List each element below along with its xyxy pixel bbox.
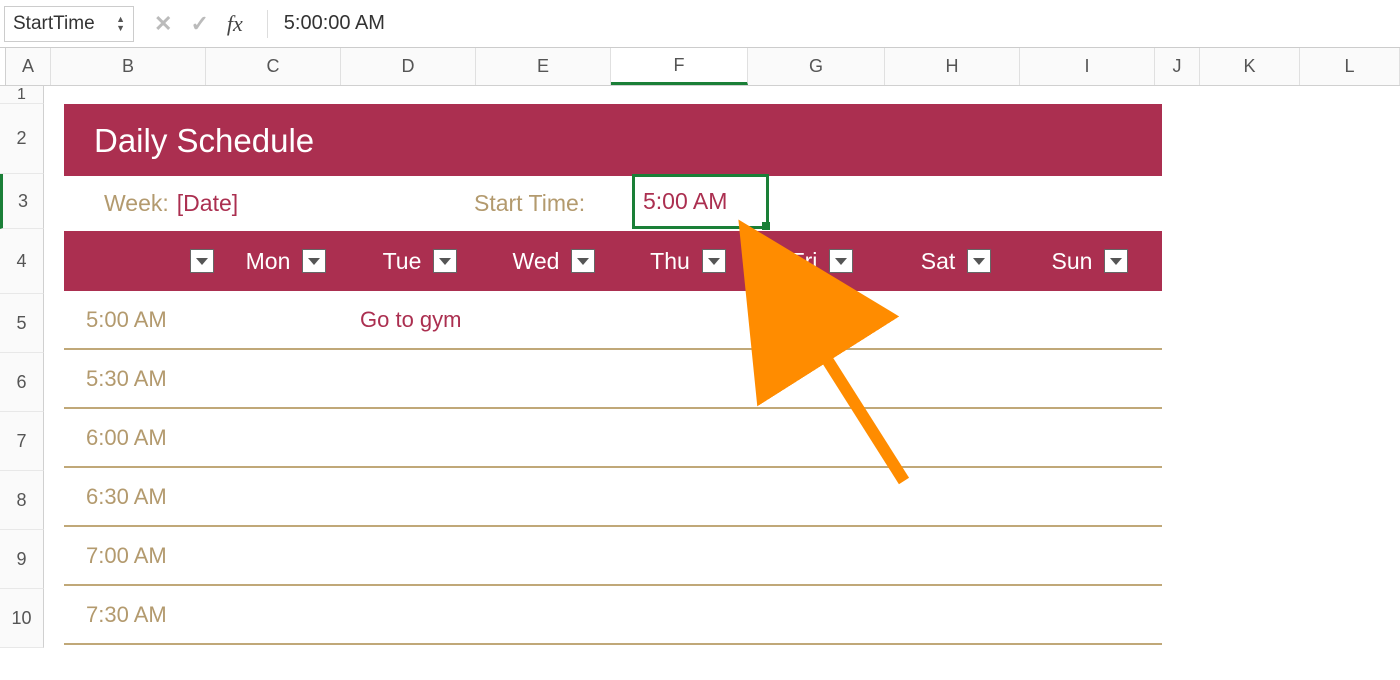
column-header-G[interactable]: G (748, 48, 885, 85)
divider (267, 10, 268, 38)
start-time-label: Start Time: (474, 190, 585, 217)
filter-button[interactable] (190, 249, 214, 273)
column-header-A[interactable]: A (6, 48, 51, 85)
week-value[interactable]: [Date] (177, 190, 238, 217)
schedule-title: Daily Schedule (64, 104, 1162, 176)
filter-button[interactable] (967, 249, 991, 273)
daily-schedule-template: Daily Schedule Week: [Date] Start Time: … (64, 104, 1162, 645)
filter-button[interactable] (571, 249, 595, 273)
row-header-3[interactable]: 3 (0, 174, 44, 229)
time-cell: 5:00 AM (64, 307, 224, 333)
time-column-header (64, 249, 224, 273)
day-header-sun: Sun (1028, 248, 1162, 275)
day-header-tue: Tue (358, 248, 492, 275)
name-box[interactable]: StartTime ▲▼ (4, 6, 134, 42)
time-cell: 6:00 AM (64, 425, 224, 451)
filter-button[interactable] (1104, 249, 1128, 273)
day-label: Fri (791, 248, 818, 275)
day-label: Wed (513, 248, 560, 275)
filter-button[interactable] (829, 249, 853, 273)
fx-icon[interactable]: fx (227, 11, 243, 37)
filter-button[interactable] (302, 249, 326, 273)
cancel-icon[interactable]: ✕ (154, 11, 172, 37)
day-header-row: Mon Tue Wed Thu Fri Sat Sun (64, 231, 1162, 291)
start-time-value: 5:00 AM (643, 188, 727, 215)
column-header-F[interactable]: F (611, 48, 748, 85)
column-header-K[interactable]: K (1200, 48, 1300, 85)
stepper-icon[interactable]: ▲▼ (116, 15, 125, 33)
day-label: Tue (383, 248, 422, 275)
filter-button[interactable] (702, 249, 726, 273)
day-header-thu: Thu (626, 248, 760, 275)
column-header-J[interactable]: J (1155, 48, 1200, 85)
schedule-row: 7:00 AM (64, 527, 1162, 586)
formula-input[interactable]: 5:00:00 AM (272, 12, 1396, 35)
start-time-cell[interactable]: 5:00 AM (632, 174, 769, 229)
column-header-H[interactable]: H (885, 48, 1020, 85)
sheet-content[interactable]: Daily Schedule Week: [Date] Start Time: … (44, 86, 1400, 680)
column-header-B[interactable]: B (51, 48, 206, 85)
formula-bar-actions: ✕ ✓ fx (134, 11, 263, 37)
column-header-C[interactable]: C (206, 48, 341, 85)
column-header-D[interactable]: D (341, 48, 476, 85)
row-header-2[interactable]: 2 (0, 104, 44, 174)
schedule-row: 7:30 AM (64, 586, 1162, 645)
column-header-I[interactable]: I (1020, 48, 1155, 85)
week-label: Week: (104, 190, 169, 217)
name-box-value: StartTime (13, 13, 95, 35)
day-label: Sun (1052, 248, 1093, 275)
row-headers: 12345678910 (0, 86, 44, 680)
row-header-4[interactable]: 4 (0, 229, 44, 294)
confirm-icon[interactable]: ✓ (190, 11, 208, 37)
schedule-row: 5:30 AM (64, 350, 1162, 409)
row-header-8[interactable]: 8 (0, 471, 44, 530)
column-header-L[interactable]: L (1300, 48, 1400, 85)
day-label: Mon (246, 248, 291, 275)
time-cell: 6:30 AM (64, 484, 224, 510)
schedule-row: 6:00 AM (64, 409, 1162, 468)
row-header-10[interactable]: 10 (0, 589, 44, 648)
row-header-9[interactable]: 9 (0, 530, 44, 589)
schedule-row: 5:00 AM Go to gym (64, 291, 1162, 350)
schedule-info-row: Week: [Date] Start Time: 5:00 AM (64, 176, 1162, 231)
filter-button[interactable] (433, 249, 457, 273)
time-cell: 7:30 AM (64, 602, 224, 628)
row-header-1[interactable]: 1 (0, 86, 44, 104)
time-cell: 5:30 AM (64, 366, 224, 392)
day-header-sat: Sat (894, 248, 1028, 275)
row-header-6[interactable]: 6 (0, 353, 44, 412)
column-headers: ABCDEFGHIJKL (0, 48, 1400, 86)
day-header-wed: Wed (492, 248, 626, 275)
day-label: Thu (650, 248, 690, 275)
formula-bar: StartTime ▲▼ ✕ ✓ fx 5:00:00 AM (0, 0, 1400, 48)
day-label: Sat (921, 248, 956, 275)
schedule-cell[interactable]: Go to gym (358, 307, 492, 333)
row-header-5[interactable]: 5 (0, 294, 44, 353)
row-header-7[interactable]: 7 (0, 412, 44, 471)
schedule-row: 6:30 AM (64, 468, 1162, 527)
day-header-fri: Fri (760, 248, 894, 275)
day-header-mon: Mon (224, 248, 358, 275)
time-cell: 7:00 AM (64, 543, 224, 569)
column-header-E[interactable]: E (476, 48, 611, 85)
